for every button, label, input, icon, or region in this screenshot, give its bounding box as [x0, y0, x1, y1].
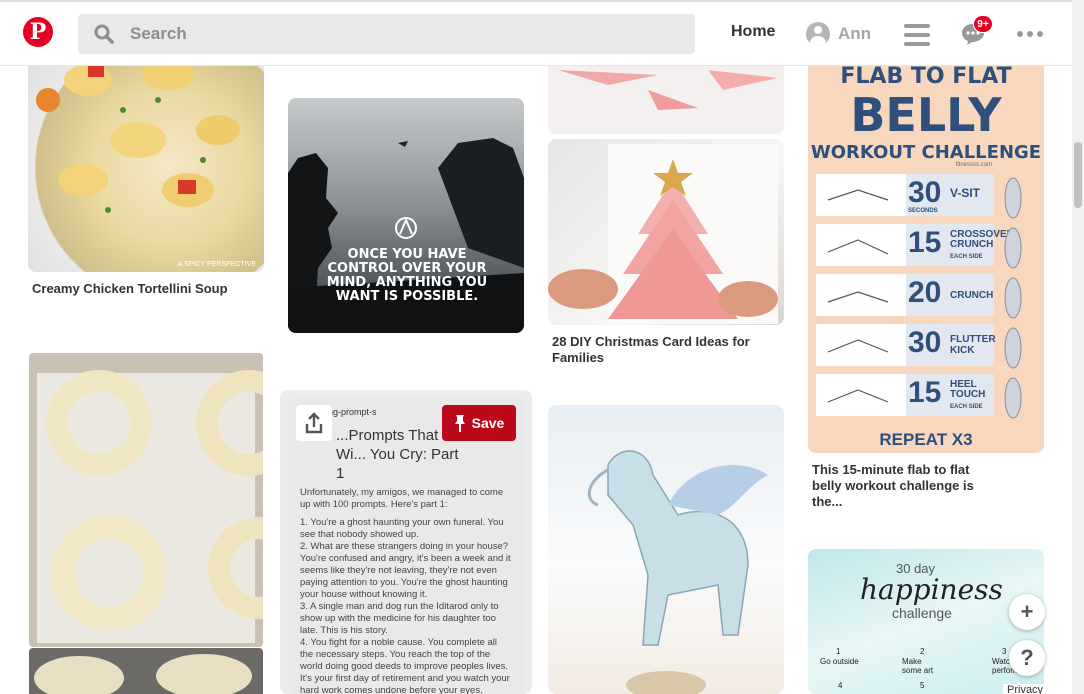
tree-card-illustration	[548, 144, 778, 324]
prompt-item: 3. A single man and dog run the Iditarod…	[300, 601, 499, 636]
pin-title-belly-workout[interactable]: This 15-minute flab to flat belly workou…	[812, 462, 1002, 510]
search-icon	[94, 24, 114, 44]
share-button[interactable]	[296, 405, 332, 441]
profile-name: Ann	[838, 24, 872, 43]
pin-image-christmas-tree-card[interactable]	[548, 139, 784, 325]
pin-title-soup[interactable]: Creamy Chicken Tortellini Soup	[32, 281, 232, 297]
pin-icon	[454, 415, 465, 432]
image-watermark: A SPICY PERSPECTIVE	[177, 261, 256, 268]
help-button[interactable]: ?	[1009, 640, 1045, 676]
save-button[interactable]: Save	[442, 405, 516, 441]
pinterest-logo[interactable]: P	[23, 17, 53, 47]
challenge-day-number: 1	[836, 647, 841, 656]
pin-image-pastry[interactable]	[29, 353, 263, 647]
challenge-day-number: 5	[920, 681, 925, 690]
more-options-icon[interactable]	[1017, 31, 1043, 37]
pastry-rack-illustration	[34, 654, 252, 694]
prompt-item: 2. What are these strangers doing in you…	[300, 541, 511, 600]
pegasus-illustration	[587, 450, 768, 694]
top-nav-bar: P Home Ann 9+	[0, 0, 1072, 66]
pinterest-home-feed: P Home Ann 9+	[0, 0, 1084, 694]
privacy-link[interactable]: Privacy	[1003, 684, 1048, 694]
pin-image-happiness-challenge[interactable]: 30 day happiness challenge 1 Go outside …	[808, 549, 1044, 694]
add-pin-button[interactable]: +	[1009, 594, 1045, 630]
workout-repeat: REPEAT X3	[879, 430, 973, 449]
pin-image-pastry-2[interactable]	[29, 648, 263, 694]
body-figures-illustration	[827, 177, 1022, 419]
avatar	[806, 22, 830, 46]
challenge-day-number: 4	[838, 681, 843, 690]
pin-title-christmas-cards[interactable]: 28 DIY Christmas Card Ideas for Families	[552, 334, 752, 366]
pin-image-mind-quote[interactable]: ONCE YOU HAVE CONTROL OVER YOUR MIND, AN…	[288, 98, 524, 333]
search-bar[interactable]	[78, 14, 695, 54]
challenge-day-text: Go outside	[820, 657, 859, 666]
home-link[interactable]: Home	[731, 23, 775, 41]
search-input[interactable]	[130, 14, 670, 54]
scrollbar-track[interactable]	[1072, 0, 1084, 694]
happiness-line-2: happiness	[860, 573, 1003, 606]
quote-text: ONCE YOU HAVE CONTROL OVER YOUR MIND, AN…	[326, 247, 488, 304]
scrollbar-thumb[interactable]	[1074, 142, 1082, 208]
challenge-day-number: 3	[1002, 647, 1007, 656]
happiness-line-3: challenge	[892, 605, 952, 621]
prompt-item: 4. You fight for a noble cause. You comp…	[300, 637, 510, 694]
prompt-intro: Unfortunately, my amigos, we managed to …	[300, 487, 504, 510]
pin-image-belly-workout[interactable]: FLAB TO FLAT BELLY WORKOUT CHALLENGE fit…	[808, 40, 1044, 453]
notification-badge: 9+	[973, 15, 993, 33]
profile-link[interactable]: Ann	[806, 21, 871, 47]
pastry-rings-illustration	[29, 353, 263, 647]
challenge-day-number: 2	[920, 647, 925, 656]
menu-icon[interactable]	[904, 24, 930, 46]
prompt-item: 1. You're a ghost haunting your own fune…	[300, 517, 504, 540]
challenge-day-text: Make some art	[902, 657, 934, 675]
pin-image-pegasus[interactable]	[548, 405, 784, 694]
share-icon	[305, 412, 323, 434]
save-label: Save	[471, 415, 505, 431]
tortellini-illustration	[36, 60, 240, 213]
pin-image-soup[interactable]: A SPICY PERSPECTIVE	[28, 40, 264, 272]
